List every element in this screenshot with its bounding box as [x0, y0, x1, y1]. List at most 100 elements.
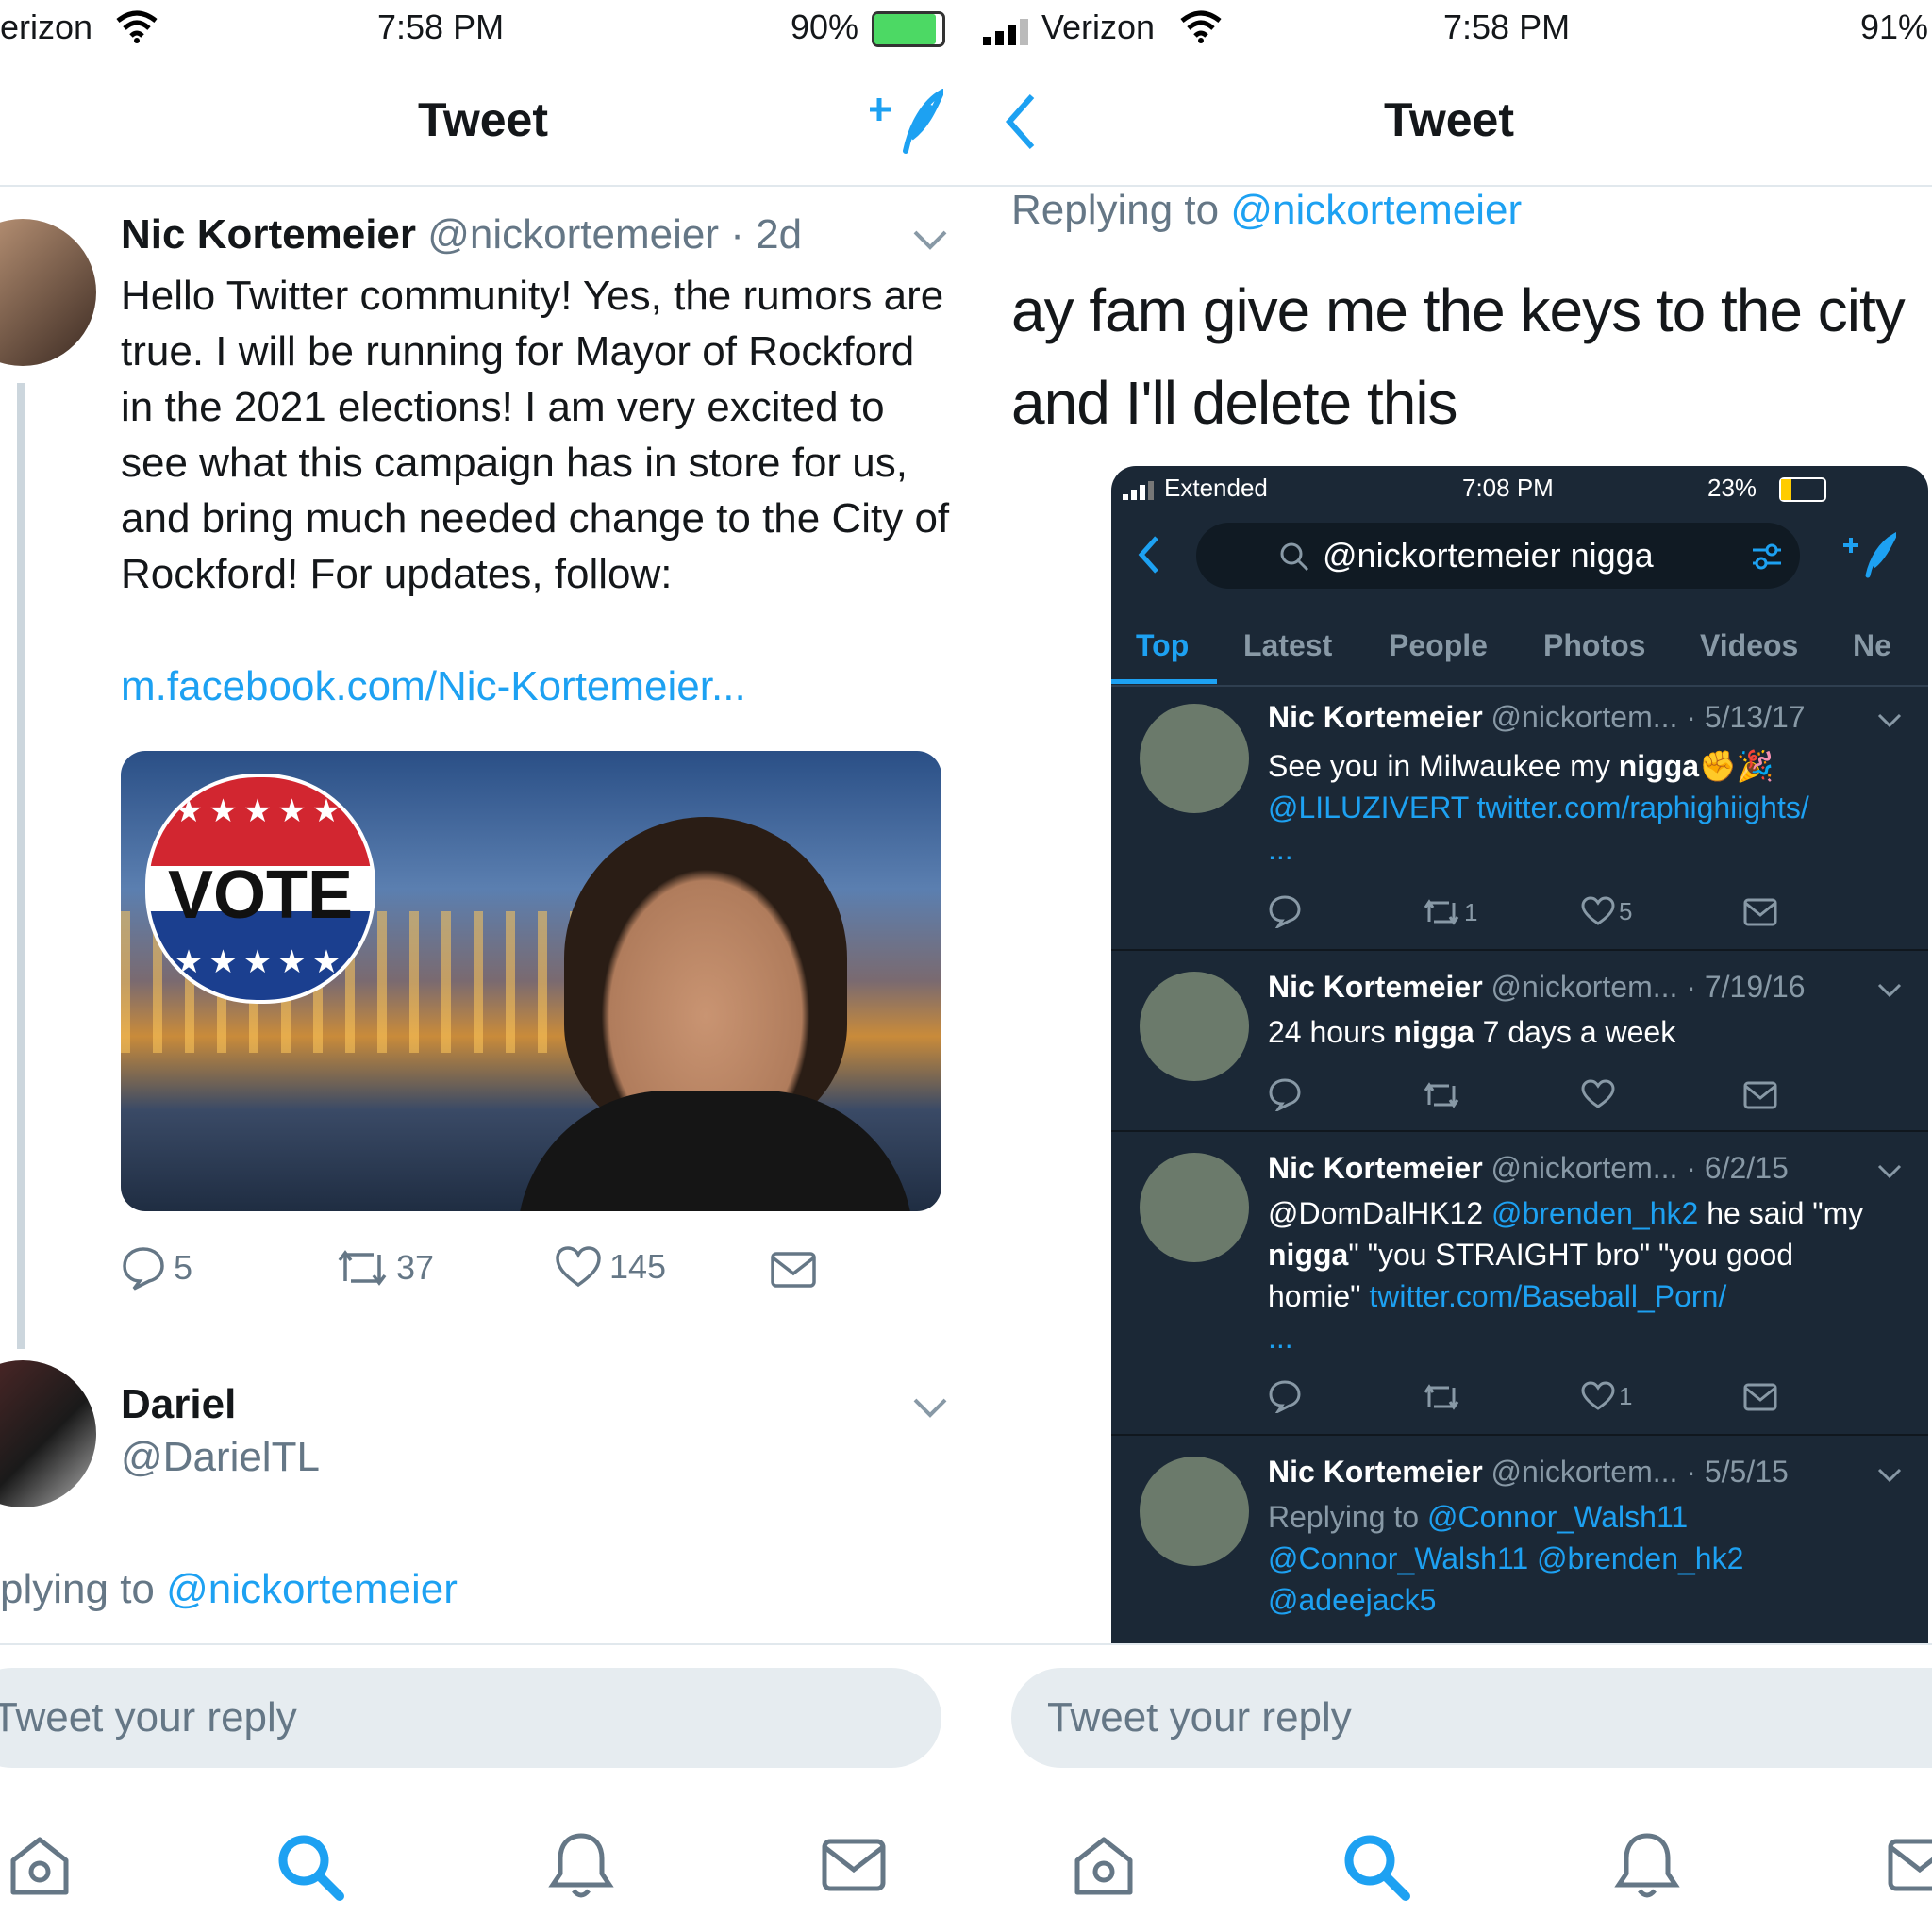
search-icon[interactable] [275, 1832, 345, 1902]
avatar[interactable] [1140, 1457, 1249, 1566]
heart-icon[interactable] [555, 1245, 602, 1289]
author-name[interactable]: Nic Kortemeier [121, 211, 416, 258]
filter-icon[interactable] [1751, 541, 1783, 572]
notifications-bell-icon[interactable] [547, 1830, 615, 1902]
avatar[interactable] [1140, 972, 1249, 1081]
attached-screenshot[interactable]: Extended 7:08 PM 23% @nickortemeier nigg… [1111, 466, 1928, 1645]
carrier-label: Verizon [1041, 8, 1156, 46]
divider [966, 1643, 1932, 1645]
retweet-count: 37 [396, 1248, 435, 1287]
retweet-icon[interactable] [1423, 1079, 1460, 1111]
reply-input[interactable]: Tweet your reply [0, 1668, 941, 1768]
tab-latest[interactable]: Latest [1243, 628, 1332, 663]
status-bar: erizon 7:58 PM 90% [0, 0, 966, 57]
compose-tweet-icon[interactable] [870, 89, 943, 155]
notifications-bell-icon[interactable] [1613, 1830, 1681, 1902]
result-date: · 5/13/17 [1686, 700, 1806, 734]
reply-icon[interactable] [1268, 894, 1302, 928]
replying-handle[interactable]: @nickortemeier [1230, 187, 1522, 233]
replying-prefix: Replying to [1011, 187, 1220, 233]
chevron-down-icon[interactable] [1877, 1164, 1902, 1179]
nav-bar: Tweet [0, 57, 966, 187]
search-result-row[interactable]: Nic Kortemeier @nickortem... · 5/13/17 S… [1111, 687, 1928, 951]
heart-icon[interactable] [1581, 1079, 1615, 1109]
result-links[interactable]: @LILUZIVERT twitter.com/raphighiights/ [1268, 791, 1809, 824]
direct-message-icon[interactable] [1743, 1081, 1777, 1109]
messages-icon[interactable] [1887, 1838, 1932, 1892]
search-result-row[interactable]: Nic Kortemeier @nickortem... · 5/5/15 Re… [1111, 1436, 1928, 1645]
result-mention[interactable]: @DomDalHK12 [1268, 1196, 1483, 1230]
reply-icon[interactable] [1268, 1077, 1302, 1111]
retweet-icon[interactable] [336, 1245, 389, 1291]
page-title: Tweet [1384, 93, 1514, 146]
direct-message-icon[interactable] [770, 1251, 817, 1289]
tab-top[interactable]: Top [1136, 628, 1189, 663]
direct-message-icon[interactable] [1743, 898, 1777, 926]
retweet-action[interactable]: 37 [336, 1245, 434, 1291]
reply-icon[interactable] [1268, 1379, 1302, 1413]
author-handle[interactable]: @nickortemeier [427, 211, 719, 258]
result-author-name[interactable]: Nic Kortemeier [1268, 1455, 1483, 1489]
result-more[interactable]: ... [1268, 832, 1293, 866]
home-icon[interactable] [6, 1832, 74, 1900]
chevron-down-icon[interactable] [1877, 983, 1902, 998]
reply-input[interactable]: Tweet your reply [1011, 1668, 1932, 1768]
avatar[interactable] [0, 1360, 96, 1507]
search-tabs: Top Latest People Photos Videos Ne [1111, 617, 1928, 687]
result-text-bold: nigga [1268, 1238, 1349, 1272]
heart-icon[interactable] [1581, 1381, 1615, 1411]
reply-author-name[interactable]: Dariel [121, 1381, 236, 1428]
tweet-media[interactable]: ★★★★★ VOTE ★★★★★ [121, 751, 941, 1211]
retweet-action[interactable]: 1 [1423, 896, 1477, 928]
candidate-photo [564, 817, 847, 1138]
tab-people[interactable]: People [1389, 628, 1488, 663]
result-more[interactable]: ... [1268, 1321, 1293, 1355]
search-icon[interactable] [1341, 1832, 1411, 1902]
compose-tweet-icon[interactable] [1843, 532, 1896, 579]
result-author-name[interactable]: Nic Kortemeier [1268, 970, 1483, 1004]
result-author-name[interactable]: Nic Kortemeier [1268, 1151, 1483, 1185]
search-result-row[interactable]: Nic Kortemeier @nickortem... · 6/2/15 @D… [1111, 1132, 1928, 1436]
reply-action[interactable]: 5 [121, 1245, 192, 1291]
messages-icon[interactable] [821, 1838, 887, 1892]
heart-icon[interactable] [1581, 896, 1615, 926]
replying-handle[interactable]: @nickortemeier [166, 1566, 458, 1612]
reply-author-handle[interactable]: @DarielTL [121, 1434, 320, 1481]
reply-icon[interactable] [121, 1245, 166, 1291]
embed-carrier: Extended [1164, 474, 1268, 502]
back-chevron-icon[interactable] [1138, 534, 1160, 575]
like-action[interactable]: 5 [1581, 896, 1632, 926]
avatar[interactable] [0, 219, 96, 366]
wifi-icon [116, 10, 158, 43]
retweet-icon[interactable] [1423, 1381, 1460, 1413]
like-action[interactable]: 145 [555, 1245, 666, 1289]
result-mention[interactable]: @brenden_hk2 [1491, 1196, 1698, 1230]
avatar[interactable] [1140, 1153, 1249, 1262]
tab-news[interactable]: Ne [1853, 628, 1891, 663]
chevron-down-icon[interactable] [1877, 713, 1902, 728]
result-author-name[interactable]: Nic Kortemeier [1268, 700, 1483, 734]
embed-battery-percent: 23% [1707, 474, 1757, 502]
tab-videos[interactable]: Videos [1700, 628, 1798, 663]
tweet-header: Nic Kortemeier @nickortemeier · 2d [121, 211, 802, 258]
embed-status-bar: Extended 7:08 PM 23% [1111, 466, 1928, 511]
result-text-part: "my [1812, 1196, 1864, 1230]
tweet-link[interactable]: m.facebook.com/Nic-Kortemeier... [121, 658, 746, 714]
direct-message-icon[interactable] [1743, 1383, 1777, 1411]
chevron-down-icon[interactable] [911, 228, 949, 251]
left-screenshot: erizon 7:58 PM 90% Tweet Nic Kortemeier … [0, 0, 966, 1932]
like-action[interactable]: 1 [1581, 1381, 1632, 1411]
search-input[interactable]: @nickortemeier nigga [1196, 523, 1800, 589]
result-link[interactable]: twitter.com/Baseball_Porn/ [1369, 1279, 1726, 1313]
replying-handle[interactable]: @Connor_Walsh11 [1427, 1500, 1688, 1534]
home-icon[interactable] [1070, 1832, 1138, 1900]
chevron-down-icon[interactable] [1877, 1468, 1902, 1483]
chevron-down-icon[interactable] [911, 1396, 949, 1419]
avatar[interactable] [1140, 704, 1249, 813]
result-mentions[interactable]: @Connor_Walsh11 @brenden_hk2 @adeejack5 [1268, 1541, 1743, 1617]
search-icon [1280, 542, 1309, 572]
tab-photos[interactable]: Photos [1543, 628, 1645, 663]
retweet-icon[interactable] [1423, 896, 1460, 928]
clock: 7:58 PM [1443, 8, 1571, 46]
search-result-row[interactable]: Nic Kortemeier @nickortem... · 7/19/16 2… [1111, 951, 1928, 1132]
